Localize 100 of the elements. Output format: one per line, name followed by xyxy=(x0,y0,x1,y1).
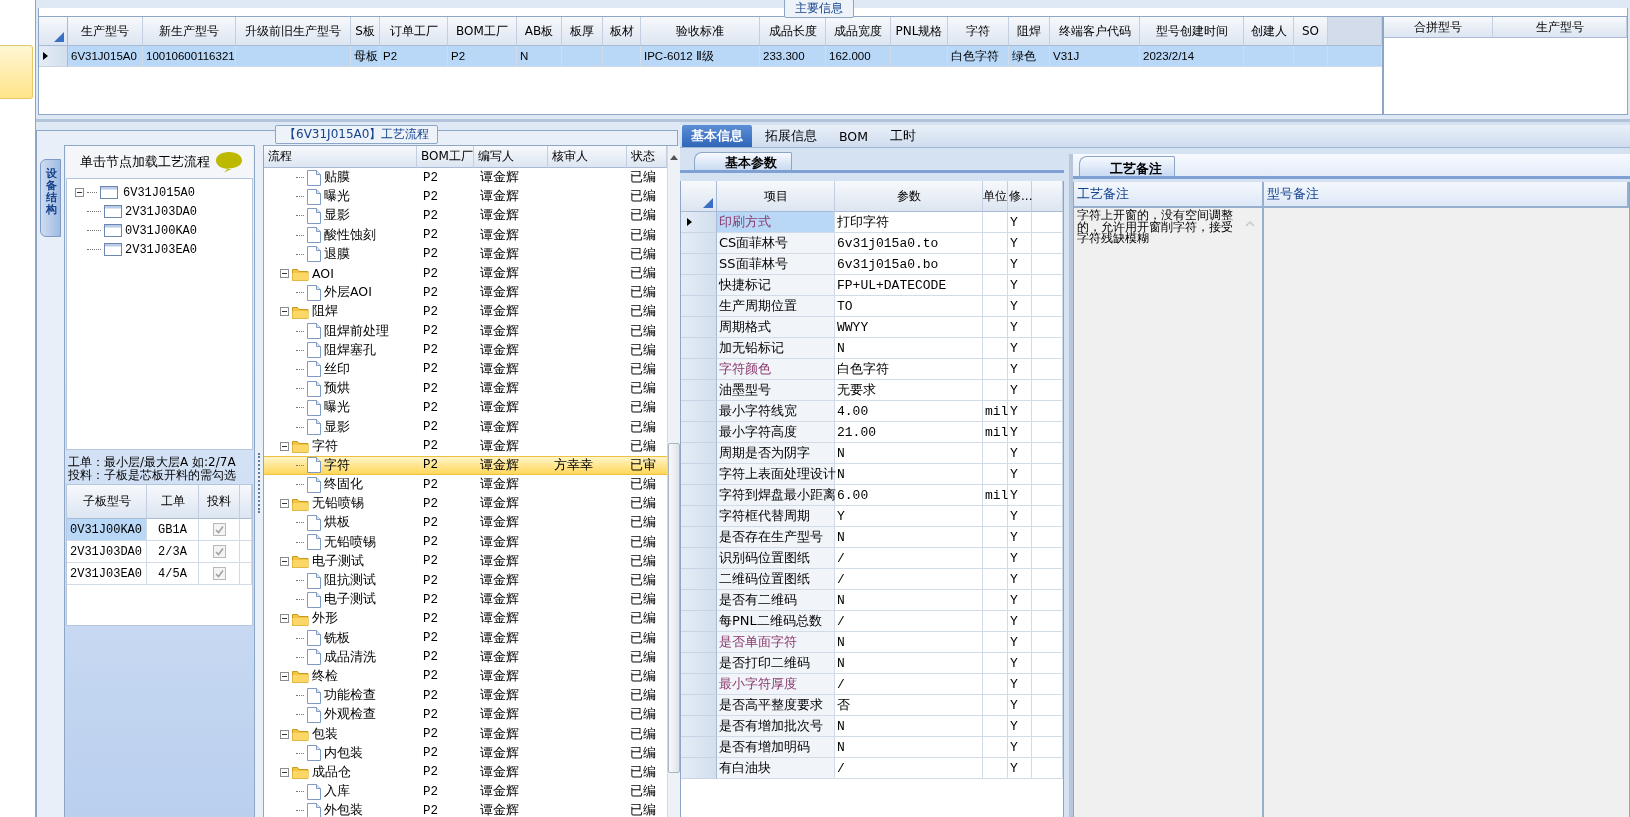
collapse-icon[interactable] xyxy=(75,188,84,197)
collapse-icon[interactable] xyxy=(280,499,289,509)
flow-step[interactable]: 终固化 xyxy=(324,476,363,494)
collapse-icon[interactable] xyxy=(280,729,289,739)
flow-step[interactable]: 电子测试 xyxy=(324,591,376,609)
column-header[interactable]: 投料 xyxy=(199,485,240,519)
column-header[interactable]: 终端客户代码 xyxy=(1050,17,1140,46)
column-header[interactable]: 生产型号 xyxy=(68,17,143,46)
column-header[interactable]: 创建人 xyxy=(1244,17,1294,46)
flow-step[interactable]: 成品仓 xyxy=(312,763,351,781)
column-header[interactable]: 成品长度 xyxy=(760,17,826,46)
tab[interactable]: 工时 xyxy=(881,125,925,147)
row-header[interactable] xyxy=(39,46,68,67)
flow-step[interactable]: 入库 xyxy=(324,783,350,801)
column-header[interactable]: 型号创建时间 xyxy=(1140,17,1244,46)
column-header[interactable]: 子板型号 xyxy=(67,485,147,519)
column-header[interactable]: 新生产型号 xyxy=(143,17,236,46)
flow-step[interactable]: 铣板 xyxy=(324,629,350,647)
collapse-icon[interactable] xyxy=(280,614,289,624)
column-header[interactable]: BOM工厂 xyxy=(417,146,474,168)
tree-node[interactable]: 0V31J00KA0 xyxy=(125,223,197,238)
column-header[interactable]: 合拼型号 xyxy=(1384,17,1493,38)
flow-step[interactable]: 功能检查 xyxy=(324,687,376,705)
column-header[interactable]: 板厚 xyxy=(562,17,603,46)
column-header[interactable]: 参数 xyxy=(835,181,983,212)
flow-step[interactable]: 成品清洗 xyxy=(324,648,376,666)
tab[interactable]: 拓展信息 xyxy=(756,125,826,147)
flow-step[interactable]: 丝印 xyxy=(324,360,350,378)
flow-step[interactable]: 退膜 xyxy=(324,245,350,263)
flow-step[interactable]: 外包装 xyxy=(324,802,363,817)
document-icon xyxy=(307,380,321,397)
flow-step[interactable]: 阻焊 xyxy=(312,303,338,321)
flow-step[interactable]: 阻焊前处理 xyxy=(324,322,389,340)
flow-step[interactable]: 无铅喷锡 xyxy=(312,495,364,513)
tree-node[interactable]: 6V31J015A0 xyxy=(121,185,197,200)
tree-node[interactable]: 2V31J03DA0 xyxy=(125,204,197,219)
flow-step[interactable]: 烘板 xyxy=(324,514,350,532)
tab[interactable]: 基本信息 xyxy=(682,125,752,147)
column-header[interactable]: 工单 xyxy=(147,485,199,519)
flow-step[interactable]: 包装 xyxy=(312,725,338,743)
checkbox[interactable] xyxy=(212,523,226,536)
column-header[interactable]: 订单工厂 xyxy=(380,17,448,46)
column-header[interactable]: 状态 xyxy=(627,146,667,168)
collapse-icon[interactable] xyxy=(280,307,289,317)
column-header[interactable]: 板材 xyxy=(603,17,641,46)
panel-tab[interactable]: 工艺备注 xyxy=(1079,156,1175,176)
column-header[interactable]: 阻焊 xyxy=(1009,17,1050,46)
column-header[interactable]: 验收标准 xyxy=(641,17,760,46)
collapse-icon[interactable] xyxy=(280,269,289,279)
flow-step[interactable]: 终检 xyxy=(312,667,338,685)
column-header[interactable]: 编写人 xyxy=(474,146,548,168)
scrollbar-thumb[interactable] xyxy=(668,443,680,773)
flow-step[interactable]: 阻抗测试 xyxy=(324,572,376,590)
flow-step[interactable]: 贴膜 xyxy=(324,169,350,187)
column-header[interactable]: AB板 xyxy=(517,17,562,46)
flow-step[interactable]: 外层AOI xyxy=(324,284,372,302)
flow-step[interactable]: 外观检查 xyxy=(324,706,376,724)
collapse-icon[interactable] xyxy=(280,441,289,451)
flow-step[interactable]: 字符 xyxy=(312,437,338,455)
flow-step[interactable]: 无铅喷锡 xyxy=(324,533,376,551)
column-header[interactable]: 型号备注 xyxy=(1264,182,1629,208)
column-header[interactable]: 核审人 xyxy=(548,146,627,168)
flow-step[interactable]: 显影 xyxy=(324,418,350,436)
column-header[interactable]: 项目 xyxy=(717,181,835,212)
checkbox[interactable] xyxy=(212,567,226,580)
flow-step[interactable]: 曝光 xyxy=(324,188,350,206)
panel-tab[interactable]: 基本参数 xyxy=(694,152,792,170)
row-indicator-icon xyxy=(43,52,48,60)
table-cell: Y xyxy=(1008,275,1032,296)
collapse-icon[interactable] xyxy=(280,671,289,681)
column-header[interactable]: SO xyxy=(1294,17,1328,46)
flow-step[interactable]: 酸性蚀刻 xyxy=(324,226,376,244)
side-tab[interactable]: 设备结构 xyxy=(40,159,61,238)
flow-step[interactable]: 预烘 xyxy=(324,380,350,398)
tree-node[interactable]: 2V31J03EA0 xyxy=(125,242,197,257)
flow-step[interactable]: 阻焊塞孔 xyxy=(324,341,376,359)
collapse-icon[interactable] xyxy=(280,556,289,566)
column-header[interactable]: 工艺备注 xyxy=(1074,182,1264,208)
column-header[interactable]: BOM工厂 xyxy=(448,17,517,46)
flow-step[interactable]: AOI xyxy=(312,266,334,282)
column-header[interactable]: 修... xyxy=(1008,181,1032,212)
flow-step[interactable]: 内包装 xyxy=(324,744,363,762)
flow-step[interactable]: 显影 xyxy=(324,207,350,225)
column-header[interactable]: 字符 xyxy=(948,17,1009,46)
column-header[interactable]: 生产型号 xyxy=(1493,17,1627,38)
column-header[interactable]: 单位 xyxy=(983,181,1008,212)
column-header[interactable]: 升级前旧生产型号 xyxy=(236,17,351,46)
flow-step[interactable]: 字符 xyxy=(324,456,350,474)
column-header[interactable]: S板 xyxy=(351,17,380,46)
flow-step[interactable]: 曝光 xyxy=(324,399,350,417)
column-header[interactable]: 成品宽度 xyxy=(826,17,891,46)
flow-step[interactable]: 外形 xyxy=(312,610,338,628)
flow-step[interactable]: 电子测试 xyxy=(312,552,364,570)
checkbox[interactable] xyxy=(212,545,226,558)
tab[interactable]: BOM xyxy=(830,125,877,147)
collapse-icon[interactable] xyxy=(280,767,289,777)
column-header[interactable]: 流程 xyxy=(264,146,417,168)
column-header[interactable]: PNL规格 xyxy=(891,17,948,46)
note-field[interactable]: 字符上开窗的，没有空间调整的，允许用开窗削字符，接受字符残缺模糊 xyxy=(1074,208,1264,817)
row-header[interactable] xyxy=(681,212,717,233)
